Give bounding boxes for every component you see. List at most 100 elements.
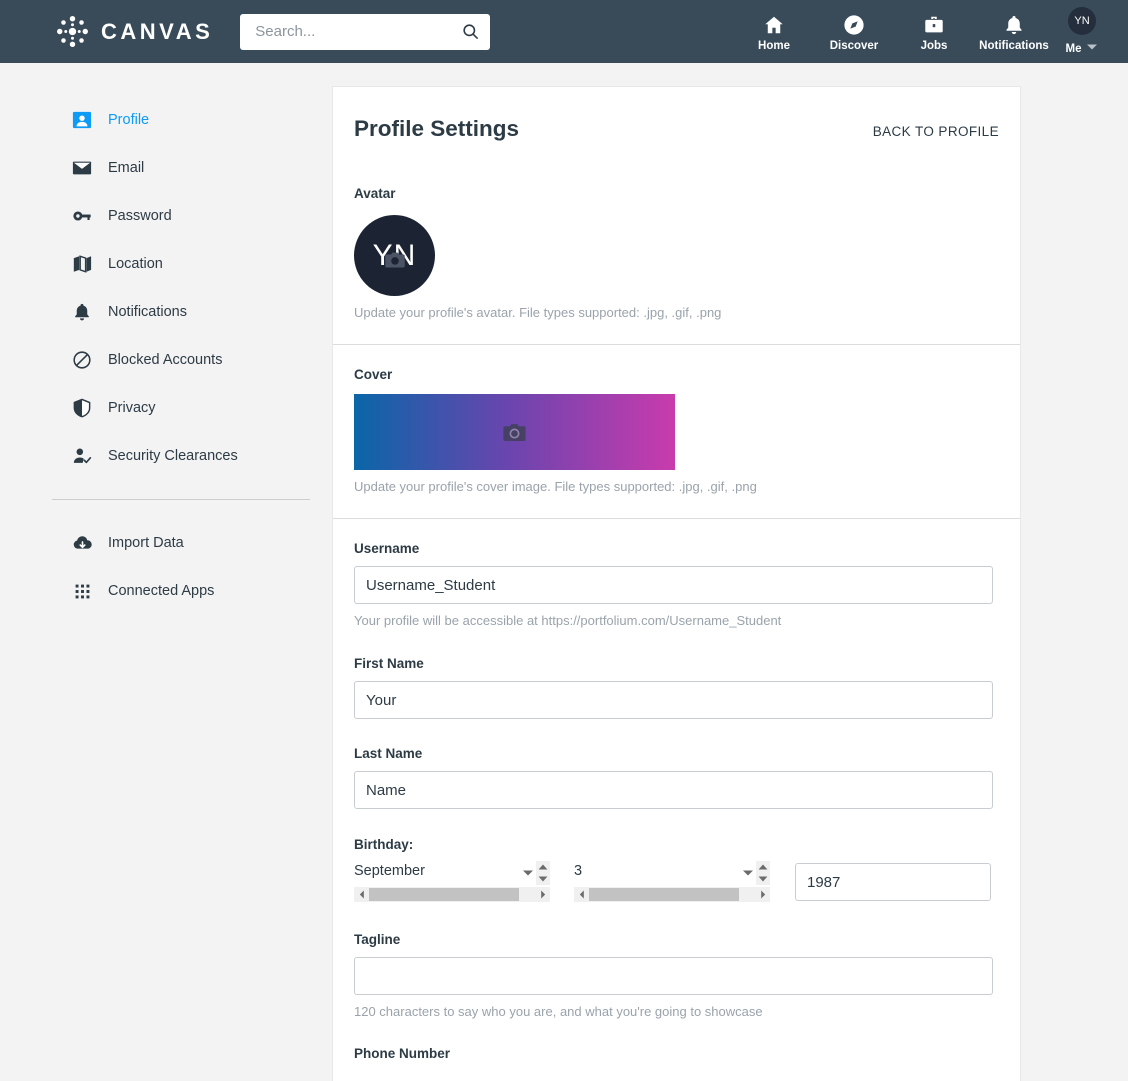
shield-icon [71, 397, 93, 419]
cover-section: Cover Update your profile's cover image.… [333, 345, 1020, 518]
search-icon[interactable] [461, 22, 480, 41]
birthday-month-value: September [354, 861, 550, 879]
caret-up-icon [538, 864, 548, 870]
nav-item-jobs[interactable]: Jobs [894, 0, 974, 63]
chevron-down-icon[interactable] [522, 864, 534, 882]
caret-down-icon [758, 876, 768, 882]
settings-sidebar: Profile Email Password [0, 63, 332, 1081]
spinner-arrows[interactable] [536, 861, 550, 885]
scroll-right-icon[interactable] [755, 887, 770, 902]
sidebar-item-location[interactable]: Location [0, 240, 332, 288]
sidebar-item-notifications-label: Notifications [108, 304, 187, 320]
sidebar-item-blocked-accounts[interactable]: Blocked Accounts [0, 336, 332, 384]
avatar: YN [1068, 7, 1096, 35]
scrollbar-track[interactable] [739, 887, 755, 902]
cover-help-text: Update your profile's cover image. File … [354, 479, 999, 494]
scrollbar-thumb[interactable] [589, 888, 739, 901]
sidebar-item-security-clearances-label: Security Clearances [108, 448, 238, 464]
avatar-label: Avatar [354, 186, 999, 201]
page-title: Profile Settings [354, 116, 519, 142]
profile-card-icon [71, 109, 93, 131]
profile-fields-section: Username Username_Student Your profile w… [333, 519, 1020, 1081]
canvas-logo-icon [55, 14, 90, 49]
sidebar-item-import-data[interactable]: Import Data [0, 519, 332, 567]
brand[interactable]: CANVAS [55, 14, 213, 49]
first-name-label: First Name [354, 656, 999, 671]
sidebar-item-password-label: Password [108, 208, 172, 224]
chevron-down-icon [1086, 38, 1098, 56]
cover-label: Cover [354, 367, 999, 382]
nav-item-discover[interactable]: Discover [814, 0, 894, 63]
nav-item-notifications[interactable]: Notifications [974, 0, 1054, 63]
nav-item-me[interactable]: YN Me [1054, 0, 1110, 63]
sidebar-item-privacy[interactable]: Privacy [0, 384, 332, 432]
birthday-day-controls[interactable] [742, 861, 770, 885]
scrollbar-track[interactable] [519, 887, 535, 902]
map-icon [71, 253, 93, 275]
birthday-day-scrollbar[interactable] [574, 887, 770, 902]
nav-links: Home Discover Jobs [734, 0, 1110, 63]
scroll-left-icon[interactable] [354, 887, 369, 902]
compass-icon [843, 12, 865, 36]
sidebar-item-email-label: Email [108, 160, 144, 176]
chevron-down-icon[interactable] [742, 864, 754, 882]
scrollbar-thumb[interactable] [369, 888, 519, 901]
birthday-month-controls[interactable] [522, 861, 550, 885]
last-name-label: Last Name [354, 746, 999, 761]
birthday-month-scrollbar[interactable] [354, 887, 550, 902]
search-input[interactable] [253, 22, 461, 41]
avatar-upload[interactable]: YN [354, 215, 435, 296]
sidebar-item-email[interactable]: Email [0, 144, 332, 192]
user-check-icon [71, 445, 93, 467]
camera-icon [384, 245, 406, 267]
brand-name: CANVAS [101, 19, 213, 45]
sidebar-item-privacy-label: Privacy [108, 400, 156, 416]
sidebar-item-location-label: Location [108, 256, 163, 272]
first-name-input[interactable]: Your [354, 681, 993, 719]
caret-down-icon [538, 876, 548, 882]
sidebar-item-connected-apps-label: Connected Apps [108, 583, 214, 599]
sidebar-item-password[interactable]: Password [0, 192, 332, 240]
scroll-right-icon[interactable] [535, 887, 550, 902]
page-body: Profile Email Password [0, 63, 1128, 1081]
profile-settings-card: Profile Settings BACK TO PROFILE Avatar … [332, 86, 1021, 1081]
nav-item-notifications-label: Notifications [979, 40, 1049, 52]
sidebar-item-connected-apps[interactable]: Connected Apps [0, 567, 332, 615]
birthday-day-value: 3 [574, 861, 770, 879]
sidebar-item-notifications[interactable]: Notifications [0, 288, 332, 336]
cloud-download-icon [71, 532, 93, 554]
birthday-row: September [354, 861, 999, 902]
sidebar-item-import-data-label: Import Data [108, 535, 184, 551]
block-icon [71, 349, 93, 371]
camera-icon [502, 420, 527, 445]
nav-item-home-label: Home [758, 40, 790, 52]
grid-apps-icon [71, 580, 93, 602]
sidebar-item-blocked-accounts-label: Blocked Accounts [108, 352, 222, 368]
birthday-year-input[interactable]: 1987 [795, 863, 991, 901]
last-name-input[interactable]: Name [354, 771, 993, 809]
spinner-arrows[interactable] [756, 861, 770, 885]
tagline-input[interactable] [354, 957, 993, 995]
key-icon [71, 205, 93, 227]
top-navigation-bar: CANVAS Home Discover [0, 0, 1128, 63]
tagline-label: Tagline [354, 932, 999, 947]
envelope-icon [71, 157, 93, 179]
birthday-label: Birthday: [354, 837, 999, 852]
nav-item-jobs-label: Jobs [921, 40, 948, 52]
scroll-left-icon[interactable] [574, 887, 589, 902]
birthday-day-select[interactable]: 3 [574, 861, 770, 902]
username-help-text: Your profile will be accessible at https… [354, 613, 999, 628]
cover-upload[interactable] [354, 394, 675, 470]
card-header: Profile Settings BACK TO PROFILE [333, 87, 1020, 142]
bell-icon [71, 301, 93, 323]
birthday-month-select[interactable]: September [354, 861, 550, 902]
avatar-section: Avatar YN Update your profile's avatar. … [333, 142, 1020, 344]
search-box[interactable] [240, 14, 490, 50]
sidebar-item-security-clearances[interactable]: Security Clearances [0, 432, 332, 480]
sidebar-item-profile[interactable]: Profile [0, 96, 332, 144]
username-input[interactable]: Username_Student [354, 566, 993, 604]
nav-item-me-label: Me [1066, 43, 1082, 55]
back-to-profile-link[interactable]: BACK TO PROFILE [873, 124, 999, 139]
nav-item-home[interactable]: Home [734, 0, 814, 63]
caret-up-icon [758, 864, 768, 870]
